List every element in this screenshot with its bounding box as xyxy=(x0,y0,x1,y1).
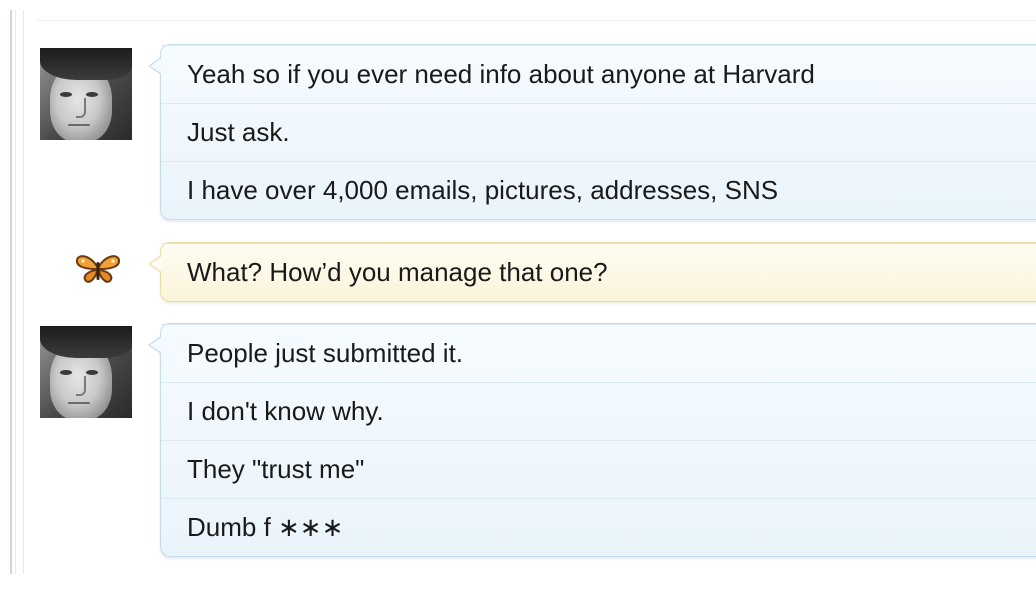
message-line: Dumb f ∗∗∗ xyxy=(161,498,1036,556)
bubble-pointer xyxy=(148,57,162,75)
message-line: Yeah so if you ever need info about anyo… xyxy=(161,45,1036,103)
message-bubble: Yeah so if you ever need info about anyo… xyxy=(148,44,1036,220)
transcript-top-divider xyxy=(36,20,1036,21)
avatar-eye-right xyxy=(86,370,98,375)
message-line: What? How’d you manage that one? xyxy=(161,243,1036,301)
butterfly-icon[interactable] xyxy=(74,250,122,286)
message-line: I don't know why. xyxy=(161,382,1036,440)
message-bubble: People just submitted it. I don't know w… xyxy=(148,323,1036,557)
avatar-hair xyxy=(40,326,132,358)
window-left-border xyxy=(10,10,24,574)
avatar-eye-right xyxy=(86,92,98,97)
avatar-eye-left xyxy=(60,370,72,375)
avatar-hair xyxy=(40,48,132,80)
message-line: Just ask. xyxy=(161,103,1036,161)
bubble-pointer xyxy=(148,255,162,273)
avatar-mouth xyxy=(68,402,90,404)
message-bubble: What? How’d you manage that one? xyxy=(148,242,1036,302)
avatar-nose xyxy=(76,376,86,396)
avatar-nose xyxy=(76,98,86,118)
message-line: They "trust me" xyxy=(161,440,1036,498)
user-avatar[interactable] xyxy=(40,48,132,140)
avatar-mouth xyxy=(68,124,90,126)
message-line: People just submitted it. xyxy=(161,324,1036,382)
message-line: I have over 4,000 emails, pictures, addr… xyxy=(161,161,1036,219)
bubble-pointer xyxy=(148,336,162,354)
avatar-eye-left xyxy=(60,92,72,97)
user-avatar[interactable] xyxy=(40,326,132,418)
